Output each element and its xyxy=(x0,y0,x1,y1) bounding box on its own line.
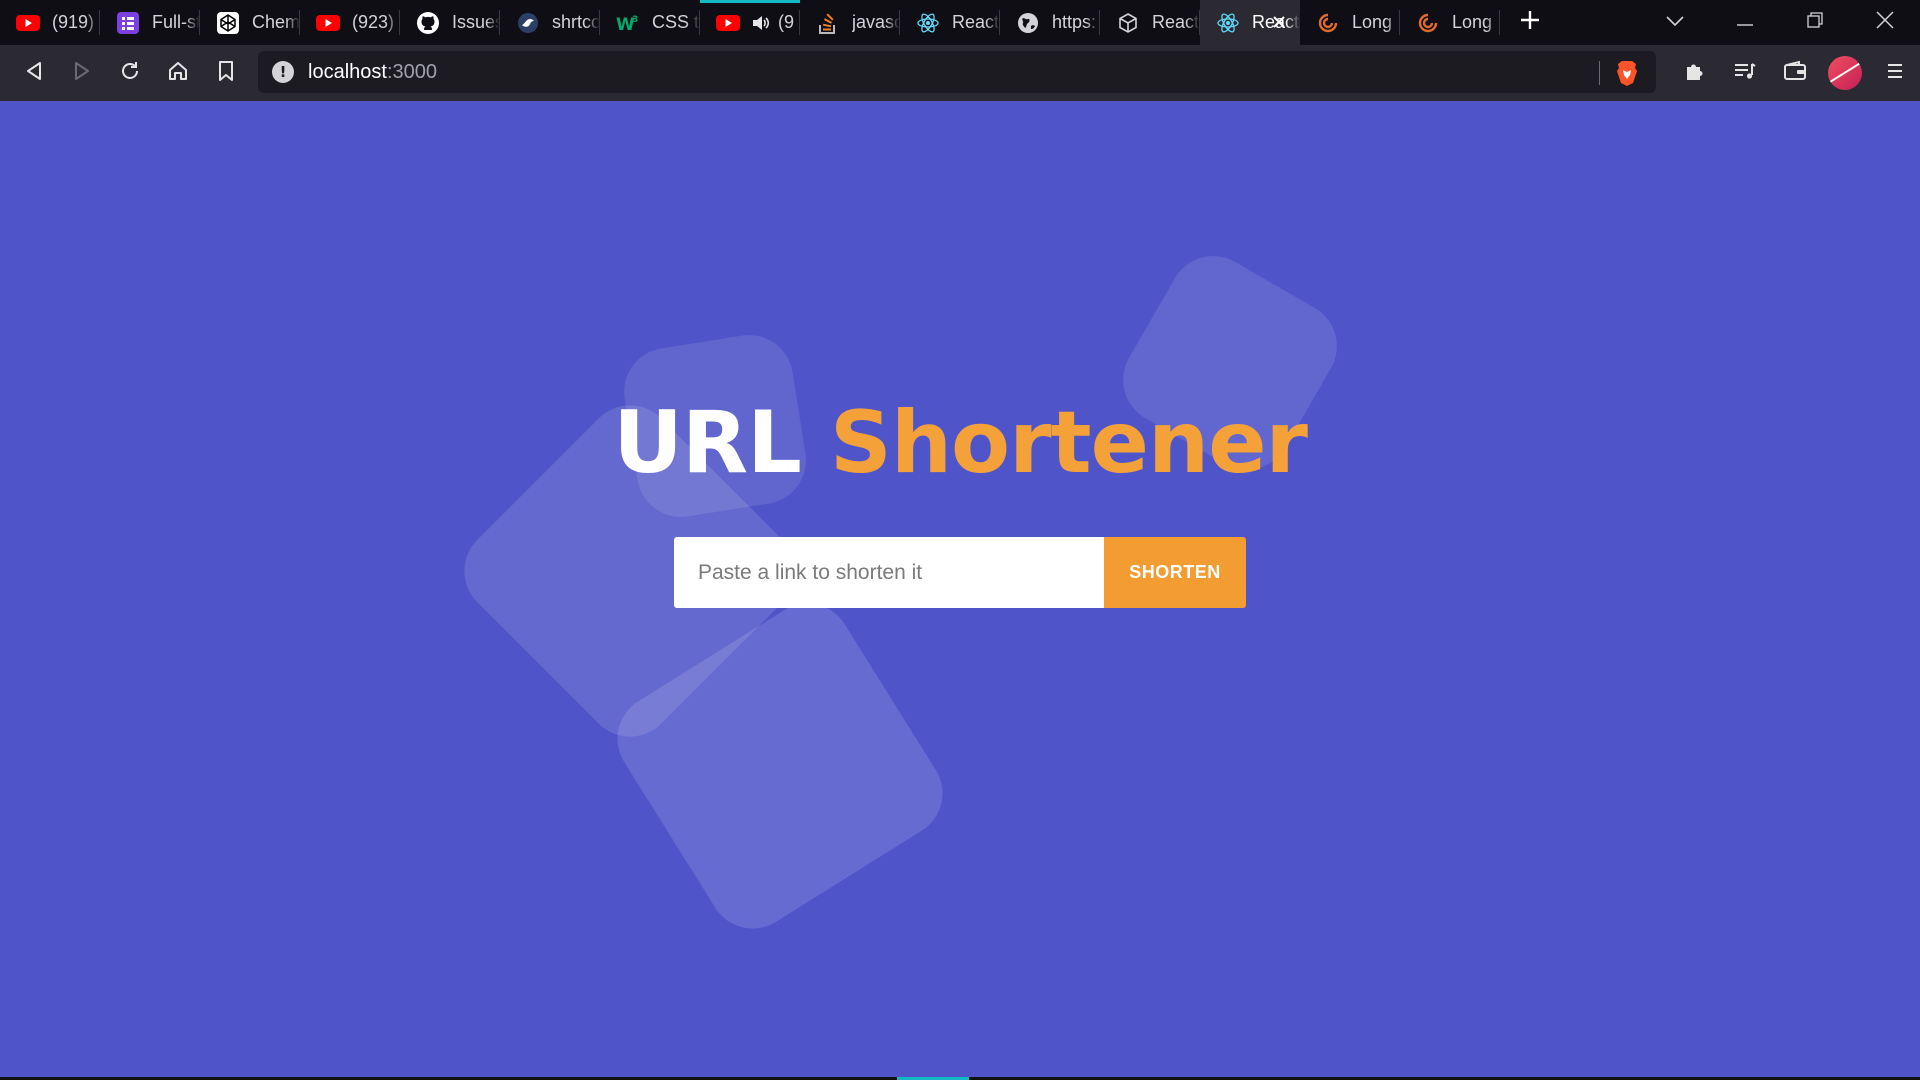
svg-text:3: 3 xyxy=(632,15,638,25)
tab-react-2[interactable]: React xyxy=(1100,0,1200,45)
tab-label: https: xyxy=(1052,12,1097,32)
tab-label: javascript xyxy=(852,12,900,32)
reload-icon xyxy=(119,60,141,87)
tab-long-1[interactable]: Long xyxy=(1300,0,1400,45)
react-icon xyxy=(916,11,940,35)
tab-label: Full-stack xyxy=(152,12,200,32)
tab-javascript[interactable]: javascript xyxy=(800,0,900,45)
url-port: :3000 xyxy=(386,60,437,83)
address-bar[interactable]: ! localhost:3000 xyxy=(258,51,1656,93)
home-icon xyxy=(167,60,189,87)
new-tab-button[interactable] xyxy=(1500,0,1560,45)
forward-arrow-icon xyxy=(73,61,91,86)
codepen-icon xyxy=(216,11,240,35)
tab-github-issues[interactable]: Issues xyxy=(400,0,500,45)
playlist-button[interactable] xyxy=(1720,49,1770,97)
w3-icon: W3 xyxy=(616,11,640,35)
extensions-button[interactable] xyxy=(1670,49,1720,97)
reload-button[interactable] xyxy=(106,49,154,97)
brave-shield-icon[interactable] xyxy=(1614,59,1640,86)
close-icon xyxy=(1876,11,1894,34)
close-tab-icon[interactable] xyxy=(1268,11,1290,33)
tab-youtube-919[interactable]: (919) xyxy=(0,0,100,45)
tab-label: Long xyxy=(1452,12,1493,32)
tab-label: (9 xyxy=(778,12,795,32)
tab-shrtcode[interactable]: shrtcode xyxy=(500,0,600,45)
github-icon xyxy=(416,11,440,35)
shorten-form: SHORTEN xyxy=(674,537,1246,608)
tab-label: React xyxy=(952,12,1000,32)
shrtcode-icon xyxy=(516,11,540,35)
tab-react-active[interactable]: React xyxy=(1200,0,1300,45)
tab-label: shrtcode xyxy=(552,12,600,32)
shorten-button[interactable]: SHORTEN xyxy=(1104,537,1246,608)
tab-label: Issues xyxy=(452,12,500,32)
minimize-icon xyxy=(1737,14,1753,32)
link-input[interactable] xyxy=(674,537,1104,608)
youtube-icon xyxy=(716,11,740,35)
restore-button[interactable] xyxy=(1780,0,1850,45)
youtube-icon xyxy=(316,11,340,35)
wallet-icon xyxy=(1783,60,1807,87)
address-bar-divider xyxy=(1599,61,1600,85)
tab-https[interactable]: https: xyxy=(1000,0,1100,45)
back-arrow-icon xyxy=(25,61,43,86)
youtube-icon xyxy=(16,11,40,35)
tab-list: (919) Full-stack Chemistry (923) Issues … xyxy=(0,0,1560,45)
browser-toolbar: ! localhost:3000 xyxy=(0,45,1920,101)
browser-tab-strip: (919) Full-stack Chemistry (923) Issues … xyxy=(0,0,1920,45)
chevron-down-icon xyxy=(1666,14,1684,32)
restore-icon xyxy=(1807,12,1823,33)
tab-youtube-923[interactable]: (923) xyxy=(300,0,400,45)
window-controls xyxy=(1640,0,1920,45)
cube-icon xyxy=(1116,11,1140,35)
tab-full-stack[interactable]: Full-stack xyxy=(100,0,200,45)
bookmark-icon xyxy=(217,60,235,87)
toolbar-actions xyxy=(1670,49,1920,97)
react-icon xyxy=(1216,11,1240,35)
tab-react-1[interactable]: React xyxy=(900,0,1000,45)
wallet-button[interactable] xyxy=(1770,49,1820,97)
tab-label: Chemistry xyxy=(252,12,300,32)
swirl-icon xyxy=(1316,11,1340,35)
tab-label: CSS text xyxy=(652,12,700,32)
minimize-button[interactable] xyxy=(1710,0,1780,45)
page-title: URL Shortener xyxy=(0,393,1920,493)
speaker-icon[interactable] xyxy=(752,15,770,31)
avatar xyxy=(1828,56,1862,90)
page-content: URL Shortener SHORTEN xyxy=(0,101,1920,1080)
site-info-icon[interactable]: ! xyxy=(272,61,294,83)
url-host: localhost xyxy=(308,60,387,83)
stackoverflow-icon xyxy=(816,11,840,35)
globe-icon xyxy=(1016,11,1040,35)
tab-long-2[interactable]: Long xyxy=(1400,0,1500,45)
back-button[interactable] xyxy=(10,49,58,97)
swirl-icon xyxy=(1416,11,1440,35)
title-word-url: URL xyxy=(613,393,802,493)
close-window-button[interactable] xyxy=(1850,0,1920,45)
tab-youtube-playing[interactable]: (9 xyxy=(700,0,800,45)
tab-label: Long xyxy=(1352,12,1393,32)
bookmark-button[interactable] xyxy=(202,49,250,97)
tab-label: React xyxy=(1152,12,1200,32)
plus-icon xyxy=(1520,10,1540,35)
tab-label: (919) xyxy=(52,12,95,32)
hamburger-menu-icon xyxy=(1886,62,1904,85)
list-app-icon xyxy=(116,11,140,35)
tab-chemistry[interactable]: Chemistry xyxy=(200,0,300,45)
tab-css-text[interactable]: W3 CSS text xyxy=(600,0,700,45)
tab-label: (923) xyxy=(352,12,395,32)
playlist-icon xyxy=(1733,61,1757,86)
profile-button[interactable] xyxy=(1820,49,1870,97)
forward-button[interactable] xyxy=(58,49,106,97)
tab-list-dropdown-button[interactable] xyxy=(1640,0,1710,45)
puzzle-icon xyxy=(1684,60,1706,87)
title-word-shortener: Shortener xyxy=(829,393,1308,493)
main-menu-button[interactable] xyxy=(1870,49,1920,97)
home-button[interactable] xyxy=(154,49,202,97)
